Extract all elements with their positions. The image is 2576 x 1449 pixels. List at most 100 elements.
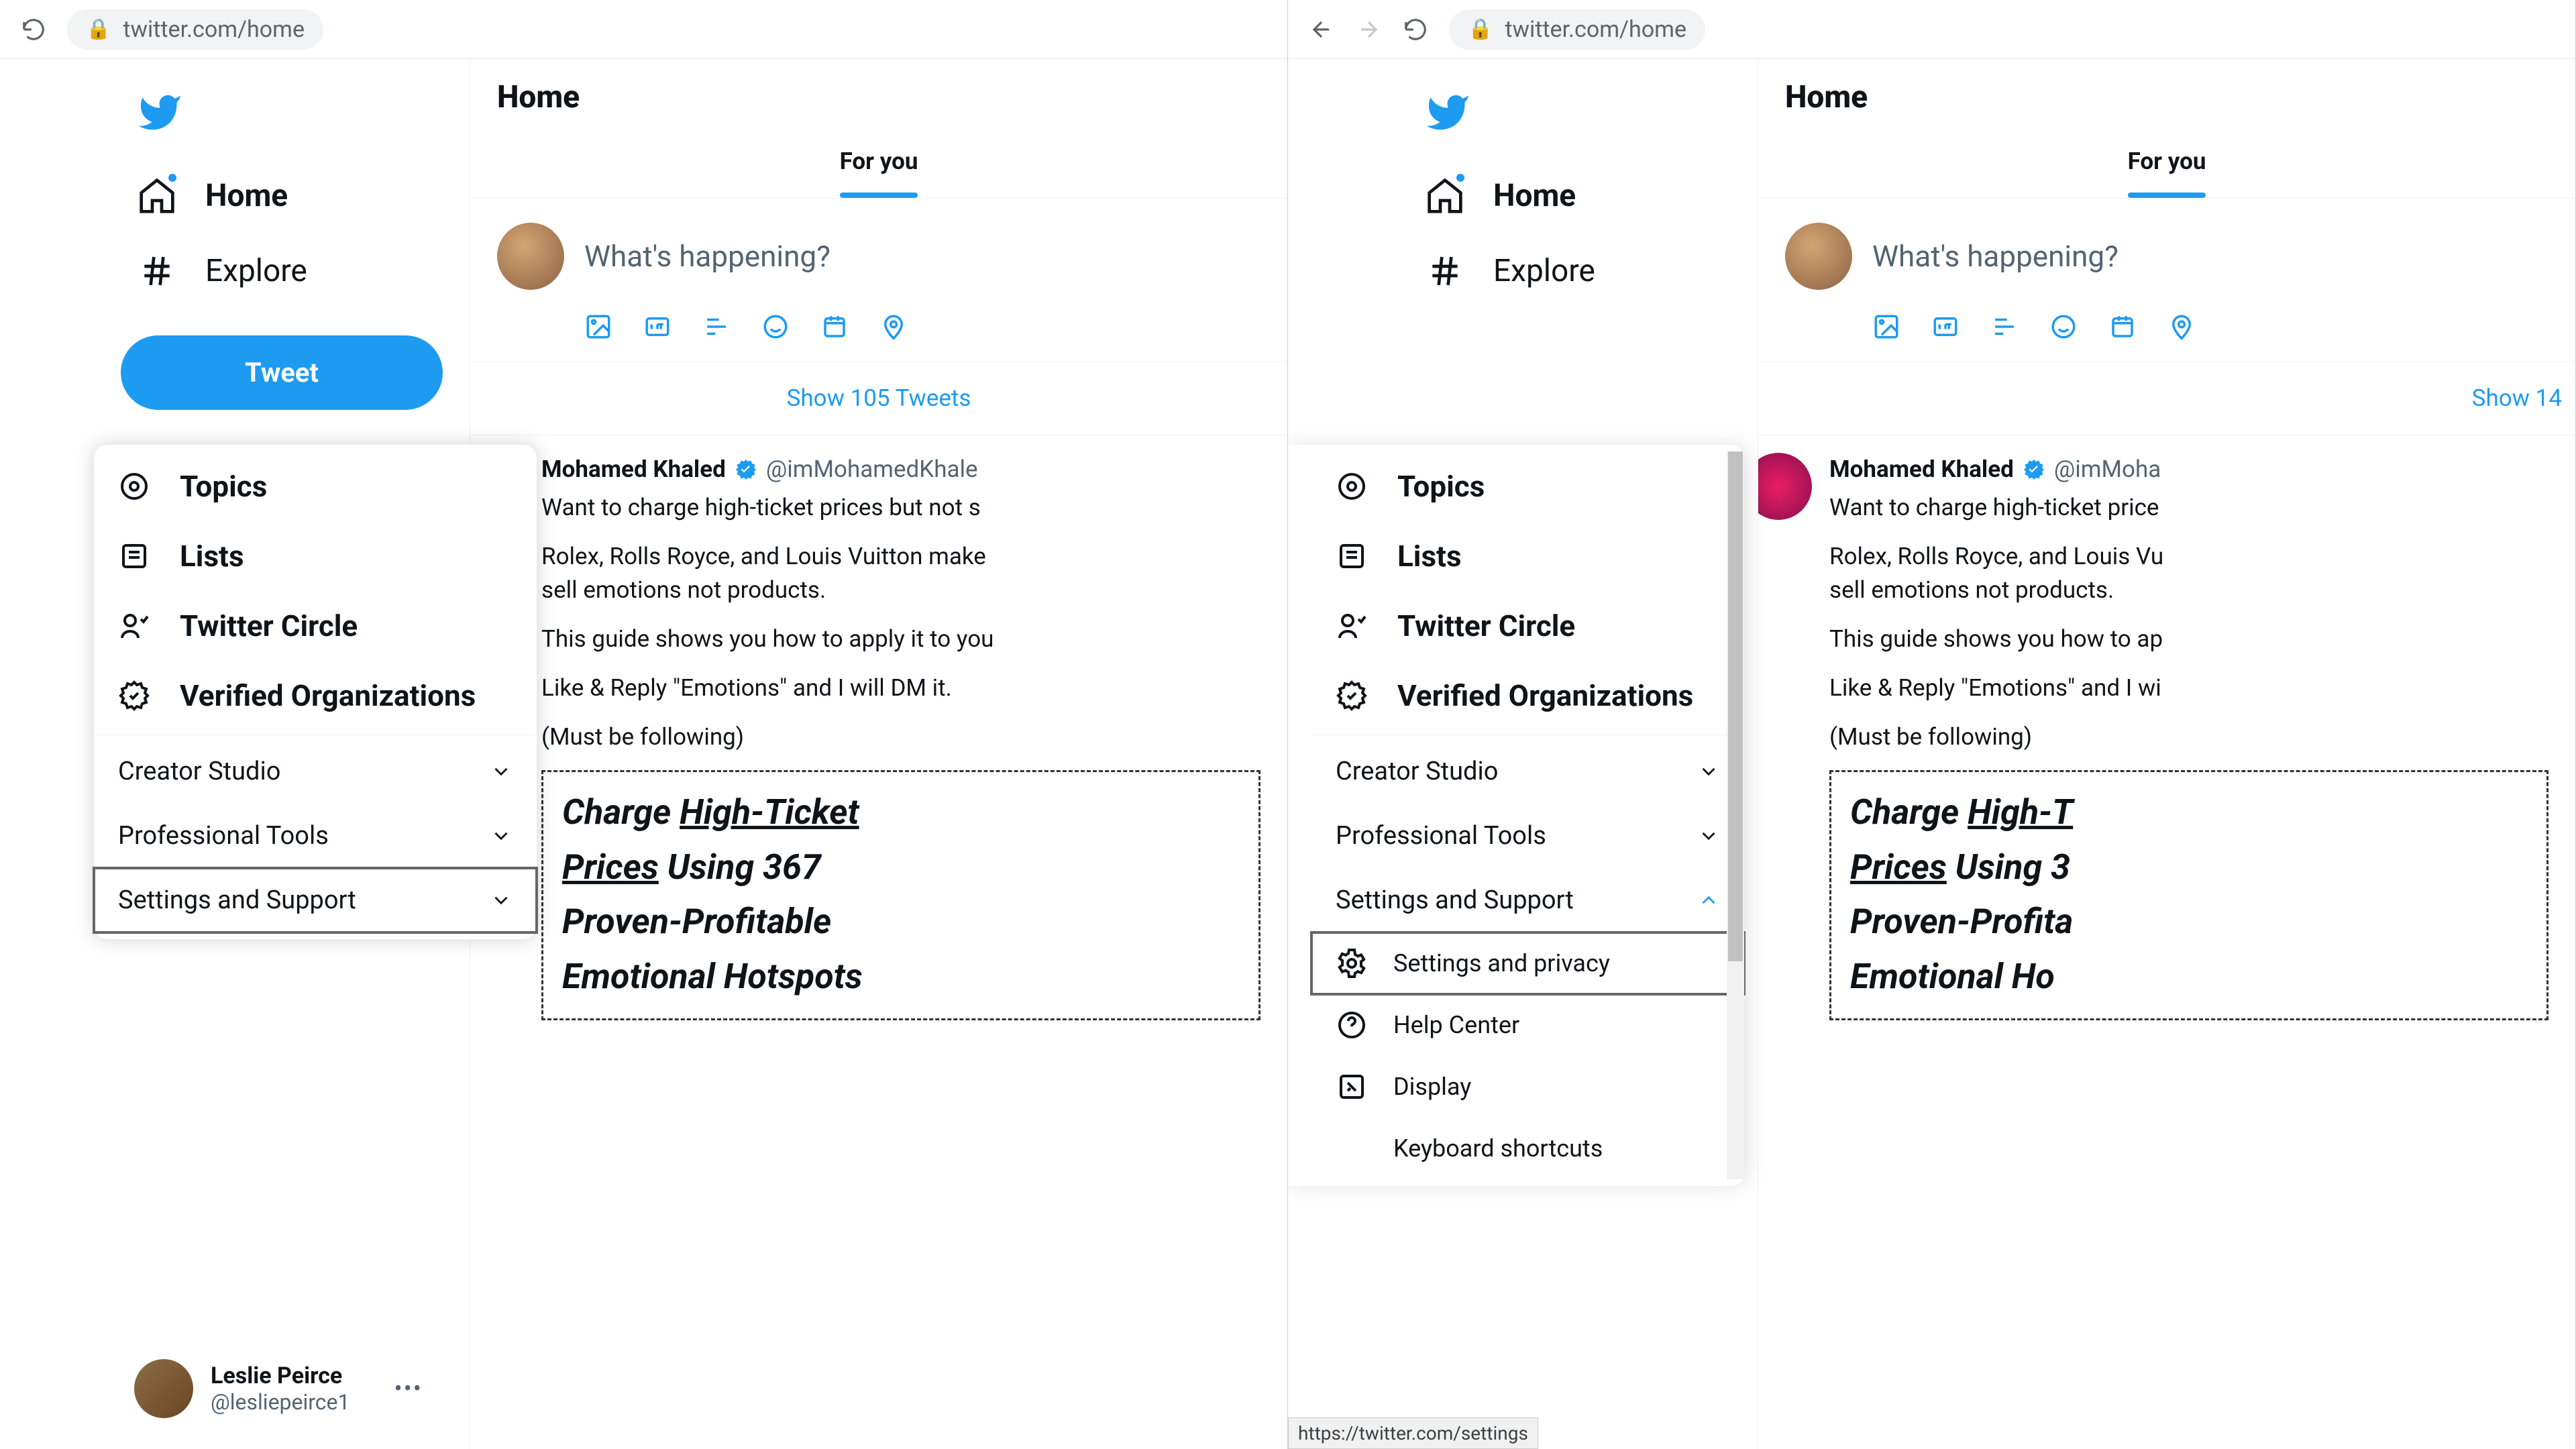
hash-icon (138, 252, 176, 290)
url-bar[interactable]: 🔒 twitter.com/home (1449, 9, 1705, 50)
circle-icon (118, 610, 150, 642)
profile-handle: @lesliepeirce1 (211, 1389, 350, 1415)
chevron-down-icon (1697, 760, 1720, 783)
emoji-icon[interactable] (2049, 313, 2078, 341)
menu-verified[interactable]: Verified Organizations (1311, 661, 1744, 731)
timeline: Home For you What's happening? Show 105 … (470, 59, 1287, 1449)
notification-dot-icon (1454, 172, 1466, 184)
menu-creator-studio[interactable]: Creator Studio (1311, 739, 1744, 804)
gif-icon[interactable] (643, 313, 672, 341)
image-icon[interactable] (584, 313, 612, 341)
topics-icon (1336, 470, 1368, 502)
compose-actions (1758, 303, 2575, 362)
gif-icon[interactable] (1931, 313, 1960, 341)
poll-icon[interactable] (702, 313, 731, 341)
display-icon (1336, 1071, 1368, 1103)
twitter-logo[interactable] (1409, 72, 1737, 158)
keyboard-icon (1336, 1132, 1368, 1165)
compose-box[interactable]: What's happening? (1758, 199, 2575, 303)
chevron-down-icon (1697, 824, 1720, 847)
page-title: Home (470, 59, 1287, 127)
home-icon (1426, 177, 1464, 215)
lock-icon: 🔒 (86, 17, 111, 41)
menu-topics[interactable]: Topics (1311, 451, 1744, 521)
forward-icon (1355, 16, 1382, 43)
tweet-author: Mohamed Khaled (541, 453, 726, 487)
poll-icon[interactable] (1990, 313, 2019, 341)
chevron-up-icon (1697, 889, 1720, 912)
nav-home[interactable]: Home (121, 158, 449, 233)
avatar (1758, 453, 1812, 520)
tweet-handle: @imMohamedKhale (766, 453, 978, 487)
nav-explore-label: Explore (205, 253, 307, 289)
tweet-button[interactable]: Tweet (121, 335, 443, 410)
location-icon[interactable] (879, 313, 908, 341)
tab-for-you[interactable]: For you (813, 127, 945, 198)
right-pane: 🔒 twitter.com/home Home Explore (1288, 0, 2576, 1449)
avatar (497, 223, 564, 290)
compose-box[interactable]: What's happening? (470, 199, 1287, 303)
nav-explore[interactable]: Explore (1409, 233, 1737, 309)
menu-circle[interactable]: Twitter Circle (94, 591, 537, 661)
menu-settings-support[interactable]: Settings and Support (1311, 868, 1744, 932)
verified-badge-icon (2022, 458, 2046, 482)
menu-topics[interactable]: Topics (94, 451, 537, 521)
tweet-handle: @imMoha (2054, 453, 2161, 487)
url-text: twitter.com/home (123, 16, 305, 43)
nav-explore-label: Explore (1493, 253, 1595, 289)
gear-icon (1336, 947, 1368, 979)
menu-display[interactable]: Display (1311, 1056, 1744, 1118)
left-pane: 🔒 twitter.com/home Home Explore Twe (0, 0, 1288, 1449)
reload-icon[interactable] (1402, 16, 1429, 43)
menu-lists[interactable]: Lists (94, 521, 537, 591)
tweet[interactable]: Mohamed Khaled @imMoha Want to charge hi… (1758, 435, 2575, 1038)
tab-for-you[interactable]: For you (2101, 127, 2233, 198)
schedule-icon[interactable] (2108, 313, 2137, 341)
menu-lists[interactable]: Lists (1311, 521, 1744, 591)
avatar (134, 1359, 193, 1418)
emoji-icon[interactable] (761, 313, 790, 341)
menu-creator-studio[interactable]: Creator Studio (94, 739, 537, 804)
menu-help-center[interactable]: Help Center (1311, 994, 1744, 1056)
location-icon[interactable] (2167, 313, 2196, 341)
lock-icon: 🔒 (1468, 17, 1493, 41)
menu-keyboard-shortcuts[interactable]: Keyboard shortcuts (1311, 1118, 1744, 1179)
nav-home-label: Home (1493, 178, 1576, 214)
show-new-tweets[interactable]: Show 14 (1758, 362, 2575, 435)
chevron-down-icon (490, 760, 513, 783)
compose-actions (470, 303, 1287, 362)
home-icon (138, 177, 176, 215)
nav-explore[interactable]: Explore (121, 233, 449, 309)
tweet[interactable]: Mohamed Khaled @imMohamedKhale Want to c… (470, 435, 1287, 1038)
list-icon (118, 540, 150, 572)
profile-name: Leslie Peirce (211, 1362, 350, 1389)
account-switcher[interactable]: Leslie Peirce @lesliepeirce1 ••• (121, 1348, 449, 1429)
image-icon[interactable] (1872, 313, 1900, 341)
more-icon: ••• (394, 1375, 423, 1403)
menu-settings-support[interactable]: Settings and Support (94, 868, 537, 932)
twitter-logo[interactable] (121, 72, 449, 158)
notification-dot-icon (166, 172, 178, 184)
schedule-icon[interactable] (820, 313, 849, 341)
show-new-tweets[interactable]: Show 105 Tweets (470, 362, 1287, 435)
back-icon[interactable] (1308, 16, 1335, 43)
compose-placeholder: What's happening? (1872, 239, 2118, 274)
help-icon (1336, 1009, 1368, 1041)
reload-icon[interactable] (20, 16, 47, 43)
menu-circle[interactable]: Twitter Circle (1311, 591, 1744, 661)
hash-icon (1426, 252, 1464, 290)
menu-verified[interactable]: Verified Organizations (94, 661, 537, 731)
embedded-image: Charge High-Ticket Prices Using 367 Prov… (541, 770, 1260, 1020)
compose-placeholder: What's happening? (584, 239, 830, 274)
more-menu: Topics Lists Twitter Circle Verified Org… (1288, 445, 1744, 1186)
circle-icon (1336, 610, 1368, 642)
browser-bar: 🔒 twitter.com/home (0, 0, 1287, 59)
menu-professional-tools[interactable]: Professional Tools (1311, 804, 1744, 868)
timeline: Home For you What's happening? Show 14 (1758, 59, 2575, 1449)
url-bar[interactable]: 🔒 twitter.com/home (67, 9, 323, 50)
nav-home[interactable]: Home (1409, 158, 1737, 233)
menu-professional-tools[interactable]: Professional Tools (94, 804, 537, 868)
menu-settings-privacy[interactable]: Settings and privacy (1311, 932, 1744, 994)
scrollbar[interactable] (1727, 451, 1744, 1179)
list-icon (1336, 540, 1368, 572)
